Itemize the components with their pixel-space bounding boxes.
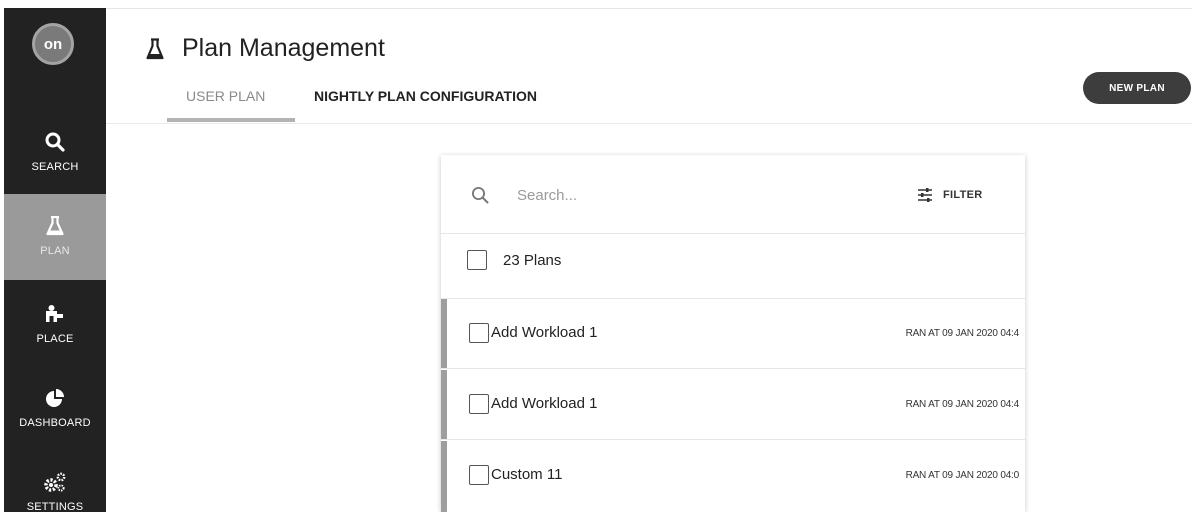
plan-name: Add Workload 1 [491, 324, 598, 341]
filter-label: FILTER [943, 189, 983, 201]
plan-ran-timestamp: RAN AT 09 JAN 2020 04:4 [905, 399, 1020, 410]
header-divider [106, 123, 1192, 124]
plan-name: Add Workload 1 [491, 395, 598, 412]
search-icon [4, 132, 106, 154]
select-all-checkbox[interactable] [467, 250, 487, 270]
plan-ran-timestamp: RAN AT 09 JAN 2020 04:4 [905, 328, 1020, 339]
row-accent-bar [441, 299, 447, 368]
active-tab-indicator [167, 118, 295, 122]
app-logo[interactable]: on [32, 23, 74, 65]
plan-list-panel: FILTER 23 Plans Add Workload 1 RAN AT 09… [441, 155, 1025, 512]
tab-nightly-plan-configuration[interactable]: NIGHTLY PLAN CONFIGURATION [314, 88, 537, 104]
sidebar-item-search[interactable]: SEARCH [4, 110, 106, 194]
top-divider [106, 8, 1192, 9]
sliders-icon [917, 188, 933, 202]
row-checkbox[interactable] [469, 465, 489, 485]
select-all-row: 23 Plans [441, 234, 1025, 299]
row-accent-bar [441, 441, 447, 512]
list-item[interactable]: Add Workload 1 RAN AT 09 JAN 2020 04:4 [441, 370, 1025, 440]
list-item[interactable]: Add Workload 1 RAN AT 09 JAN 2020 04:4 [441, 299, 1025, 369]
sidebar: on SEARCH PLAN PLACE DASHBOARD SETTINGS [4, 8, 106, 512]
page-header: Plan Management [146, 34, 385, 63]
list-item[interactable]: Custom 11 RAN AT 09 JAN 2020 04:0 [441, 441, 1025, 512]
search-input[interactable] [517, 183, 817, 207]
search-bar: FILTER [441, 155, 1025, 234]
tab-user-plan[interactable]: USER PLAN [186, 88, 265, 104]
row-checkbox[interactable] [469, 394, 489, 414]
new-plan-button[interactable]: NEW PLAN [1083, 72, 1191, 104]
row-checkbox[interactable] [469, 323, 489, 343]
placement-icon [4, 304, 106, 326]
sidebar-item-label: DASHBOARD [19, 417, 91, 429]
sidebar-item-dashboard[interactable]: DASHBOARD [4, 366, 106, 450]
sidebar-item-label: SEARCH [31, 161, 79, 173]
plan-count: 23 Plans [503, 252, 562, 269]
flask-icon [146, 37, 164, 60]
pie-chart-icon [4, 388, 106, 410]
gears-icon [4, 472, 106, 494]
row-accent-bar [441, 370, 447, 439]
page-title: Plan Management [182, 34, 385, 62]
sidebar-item-label: PLAN [40, 245, 70, 257]
sidebar-item-label: PLACE [36, 333, 74, 345]
plan-name: Custom 11 [491, 466, 563, 483]
sidebar-item-label: SETTINGS [26, 501, 84, 512]
search-icon [471, 186, 489, 204]
sidebar-item-settings[interactable]: SETTINGS [4, 450, 106, 512]
sidebar-item-plan[interactable]: PLAN [4, 194, 106, 280]
filter-button[interactable]: FILTER [917, 185, 982, 205]
flask-icon [4, 216, 106, 238]
plan-ran-timestamp: RAN AT 09 JAN 2020 04:0 [905, 470, 1020, 481]
sidebar-item-place[interactable]: PLACE [4, 282, 106, 366]
app-window: on SEARCH PLAN PLACE DASHBOARD SETTINGS … [0, 0, 1192, 512]
